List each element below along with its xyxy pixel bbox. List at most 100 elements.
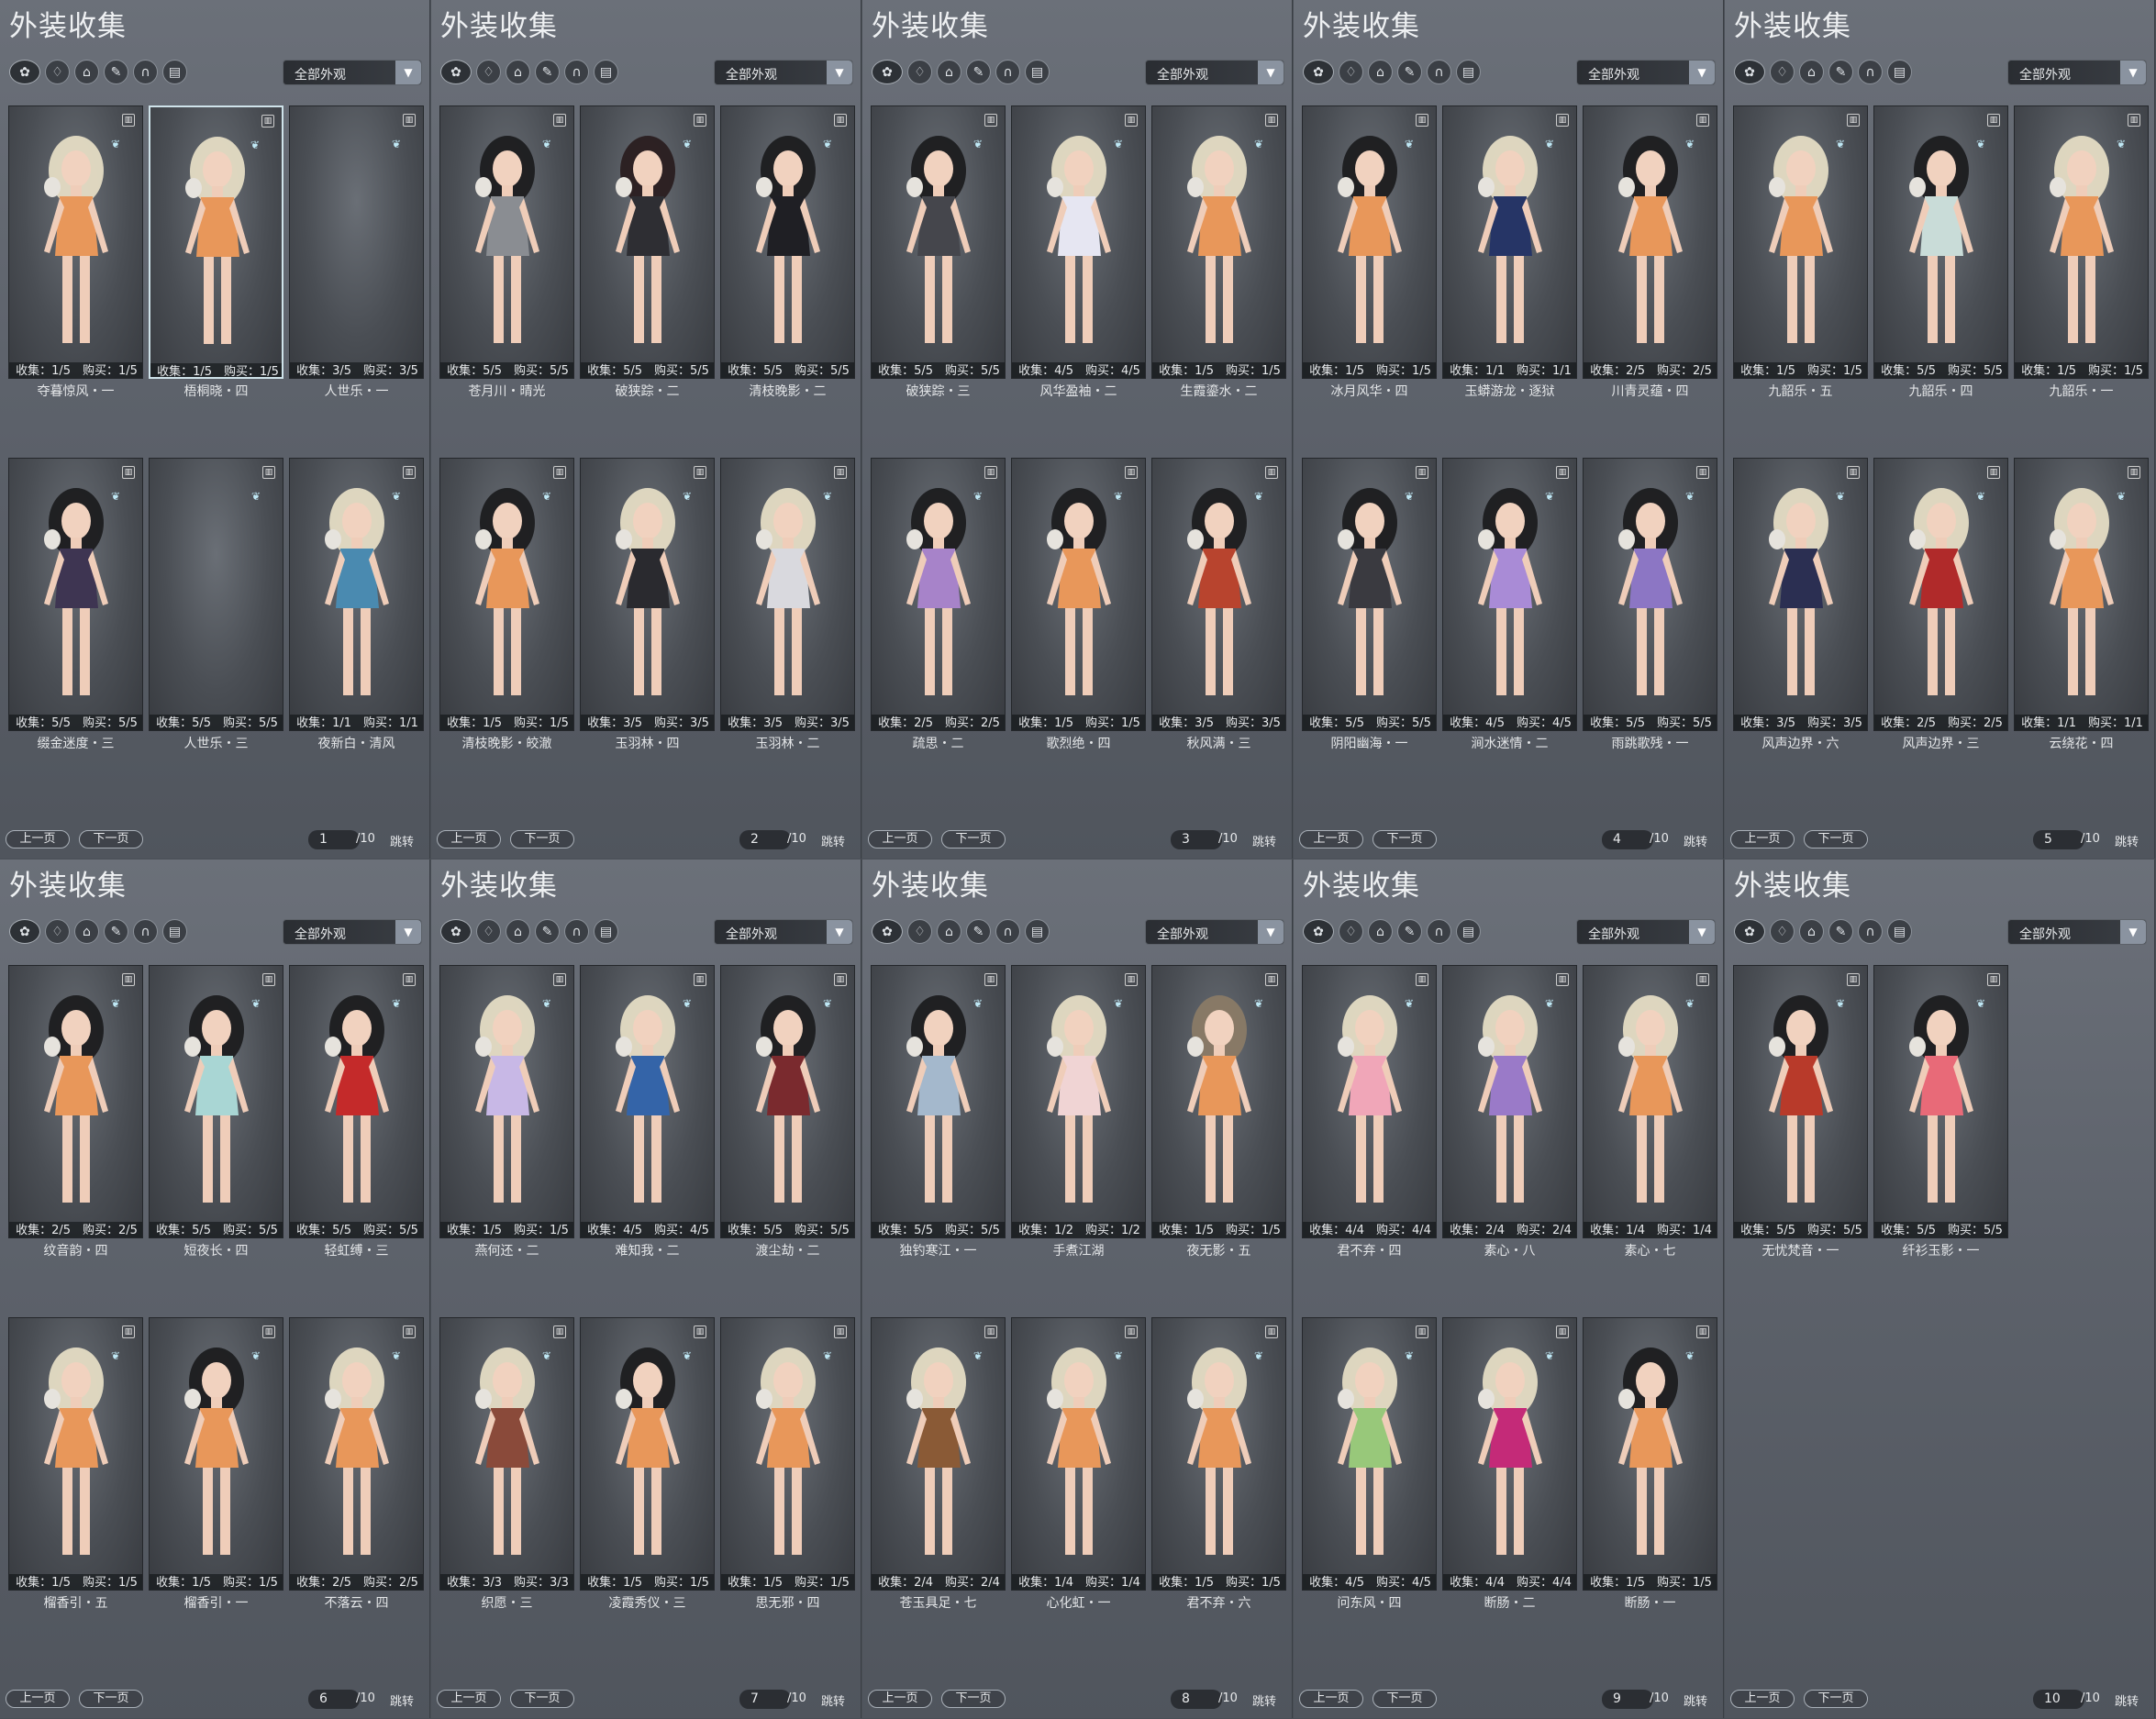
outfit-preview[interactable]: ❦ ▥ 收集：2/5 购买：2/5	[1583, 105, 1717, 379]
trash-icon[interactable]: ▥	[1416, 973, 1428, 986]
outfit-card[interactable]: ❦ ▥ 收集：1/5 购买：1/5 冰月风华・四	[1302, 105, 1437, 399]
trash-icon[interactable]: ▥	[553, 114, 566, 127]
jump-button[interactable]: 跳转	[2115, 1691, 2139, 1709]
filter-dropdown[interactable]: 全部外观 ▼	[1145, 919, 1284, 945]
outfit-card[interactable]: ❦ ▥ 收集：5/5 购买：5/5 雨跳歌残・一	[1583, 458, 1717, 751]
next-page-button[interactable]: 下一页	[1804, 830, 1868, 848]
all-outfits-icon[interactable]: ✿	[1303, 60, 1334, 84]
prev-page-button[interactable]: 上一页	[6, 1690, 70, 1708]
outfit-card[interactable]: ❦ ▥ 收集：5/5 购买：5/5 清枝晚影・二	[720, 105, 855, 399]
page-number-input[interactable]: 7	[739, 1690, 791, 1709]
outfit-card[interactable]: ❦ ▥ 收集：2/5 购买：2/5 不落云・四	[289, 1317, 424, 1611]
outfit-preview[interactable]: ❦ ▥ 收集：4/5 购买：4/5	[1011, 105, 1146, 379]
outfit-card[interactable]: ❦ ▥ 收集：1/5 购买：1/5 生霞鎏水・二	[1151, 105, 1286, 399]
page-number-input[interactable]: 1	[308, 830, 360, 849]
jump-button[interactable]: 跳转	[390, 832, 414, 849]
outfit-card[interactable]: ❦ ▥ 收集：2/5 购买：2/5 川青灵蕴・四	[1583, 105, 1717, 399]
prev-page-button[interactable]: 上一页	[1730, 1690, 1795, 1708]
outfit-preview[interactable]: ❦ ▥ 收集：5/5 购买：5/5	[439, 105, 574, 379]
outfit-card[interactable]: ❦ ▥ 收集：5/5 购买：5/5 轻虹缚・三	[289, 965, 424, 1259]
outfit-preview[interactable]: ❦ ▥ 收集：5/5 购买：5/5	[871, 965, 1006, 1238]
outfit-preview[interactable]: ❦ ▥ 收集：4/5 购买：4/5	[580, 965, 715, 1238]
outfit-card[interactable]: ❦ ▥ 收集：5/5 购买：5/5 纤衫玉影・一	[1873, 965, 2008, 1259]
pants-icon[interactable]: ⌂	[1799, 60, 1824, 84]
trash-icon[interactable]: ▥	[1987, 114, 2000, 127]
outfit-card[interactable]: ❦ ▥ 收集：2/4 购买：2/4 苍玉具足・七	[871, 1317, 1006, 1611]
outfit-card[interactable]: ❦ ▥ 收集：1/1 购买：1/1 玉蟒游龙・逐狱	[1442, 105, 1577, 399]
outfit-preview[interactable]: ❦ ▥ 收集：1/5 购买：1/5	[720, 1317, 855, 1591]
top-icon[interactable]: ♢	[476, 919, 501, 944]
pants-icon[interactable]: ⌂	[506, 60, 530, 84]
jump-button[interactable]: 跳转	[390, 1691, 414, 1709]
next-page-button[interactable]: 下一页	[79, 830, 143, 848]
outfit-card[interactable]: ❦ ▥ 收集：5/5 购买：5/5 缀金迷度・三	[8, 458, 143, 751]
filter-dropdown[interactable]: 全部外观 ▼	[1576, 919, 1716, 945]
outfit-preview[interactable]: ❦ ▥ 收集：1/5 购买：1/5	[1733, 105, 1868, 379]
outfit-preview[interactable]: ❦ ▥ 收集：5/5 购买：5/5	[8, 458, 143, 731]
outfit-card[interactable]: ❦ ▥ 收集：5/5 购买：5/5 阴阳幽海・一	[1302, 458, 1437, 751]
trash-icon[interactable]: ▥	[122, 973, 135, 986]
outfit-preview[interactable]: ❦ ▥ 收集：3/5 购买：3/5	[720, 458, 855, 731]
outfit-preview[interactable]: ❦ ▥ 收集：3/5 购买：3/5	[289, 105, 424, 379]
trash-icon[interactable]: ▥	[1125, 114, 1138, 127]
trash-icon[interactable]: ▥	[1416, 114, 1428, 127]
outfit-preview[interactable]: ❦ ▥ 收集：5/5 购买：5/5	[1873, 965, 2008, 1238]
chevron-down-icon[interactable]: ▼	[1258, 920, 1284, 944]
outfit-preview[interactable]: ❦ ▥ 收集：4/4 购买：4/4	[1302, 965, 1437, 1238]
outfit-preview[interactable]: ❦ ▥ 收集：5/5 购买：5/5	[1583, 458, 1717, 731]
filter-dropdown[interactable]: 全部外观 ▼	[2007, 60, 2147, 85]
trash-icon[interactable]: ▥	[1265, 114, 1278, 127]
scroll-icon[interactable]: ▤	[594, 919, 618, 944]
outfit-preview[interactable]: ❦ ▥ 收集：1/5 购买：1/5	[149, 1317, 283, 1591]
outfit-preview[interactable]: ❦ ▥ 收集：5/5 购买：5/5	[1873, 105, 2008, 379]
outfit-card[interactable]: ❦ ▥ 收集：1/1 购买：1/1 夜新白・清风	[289, 458, 424, 751]
next-page-button[interactable]: 下一页	[941, 830, 1006, 848]
pants-icon[interactable]: ⌂	[937, 919, 961, 944]
trash-icon[interactable]: ▥	[262, 973, 275, 986]
outfit-preview[interactable]: ❦ ▥ 收集：5/5 购买：5/5	[871, 105, 1006, 379]
trash-icon[interactable]: ▥	[262, 1325, 275, 1338]
trash-icon[interactable]: ▥	[2128, 466, 2140, 479]
filter-dropdown[interactable]: 全部外观 ▼	[1145, 60, 1284, 85]
trash-icon[interactable]: ▥	[694, 973, 706, 986]
scroll-icon[interactable]: ▤	[1887, 60, 1912, 84]
outfit-preview[interactable]: ❦ ▥ 收集：1/5 购买：1/5	[1302, 105, 1437, 379]
next-page-button[interactable]: 下一页	[79, 1690, 143, 1708]
scroll-icon[interactable]: ▤	[1025, 60, 1050, 84]
outfit-preview[interactable]: ❦ ▥ 收集：1/5 购买：1/5	[2014, 105, 2149, 379]
outfit-preview[interactable]: ❦ ▥ 收集：1/5 购买：1/5	[149, 105, 283, 379]
all-outfits-icon[interactable]: ✿	[440, 919, 472, 944]
all-outfits-icon[interactable]: ✿	[872, 919, 903, 944]
outfit-preview[interactable]: ❦ ▥ 收集：1/5 购买：1/5	[1011, 458, 1146, 731]
top-icon[interactable]: ♢	[1770, 60, 1795, 84]
scroll-icon[interactable]: ▤	[1887, 919, 1912, 944]
outfit-card[interactable]: ❦ ▥ 收集：1/5 购买：1/5 榴香引・一	[149, 1317, 283, 1611]
pants-icon[interactable]: ⌂	[74, 60, 99, 84]
feather-icon[interactable]: ✎	[104, 60, 128, 84]
outfit-preview[interactable]: ❦ ▥ 收集：4/4 购买：4/4	[1442, 1317, 1577, 1591]
trash-icon[interactable]: ▥	[1556, 466, 1569, 479]
outfit-card[interactable]: ❦ ▥ 收集：5/5 购买：5/5 渡尘劫・二	[720, 965, 855, 1259]
trash-icon[interactable]: ▥	[1125, 973, 1138, 986]
all-outfits-icon[interactable]: ✿	[1734, 60, 1765, 84]
outfit-preview[interactable]: ❦ ▥ 收集：1/4 购买：1/4	[1011, 1317, 1146, 1591]
chevron-down-icon[interactable]: ▼	[1689, 920, 1715, 944]
scroll-icon[interactable]: ▤	[594, 60, 618, 84]
outfit-card[interactable]: ❦ ▥ 收集：3/5 购买：3/5 玉羽林・四	[580, 458, 715, 751]
feather-icon[interactable]: ✎	[1828, 60, 1853, 84]
outfit-card[interactable]: ❦ ▥ 收集：4/5 购买：4/5 难知我・二	[580, 965, 715, 1259]
shoes-icon[interactable]: ∩	[133, 60, 158, 84]
scroll-icon[interactable]: ▤	[1025, 919, 1050, 944]
page-number-input[interactable]: 6	[308, 1690, 360, 1709]
top-icon[interactable]: ♢	[1770, 919, 1795, 944]
outfit-card[interactable]: ❦ ▥ 收集：1/5 购买：1/5 夜无影・五	[1151, 965, 1286, 1259]
trash-icon[interactable]: ▥	[694, 1325, 706, 1338]
outfit-preview[interactable]: ❦ ▥ 收集：5/5 购买：5/5	[720, 105, 855, 379]
top-icon[interactable]: ♢	[45, 919, 70, 944]
outfit-card[interactable]: ❦ ▥ 收集：1/2 购买：1/2 手煮江湖	[1011, 965, 1146, 1259]
chevron-down-icon[interactable]: ▼	[827, 61, 852, 84]
page-number-input[interactable]: 5	[2033, 830, 2084, 849]
chevron-down-icon[interactable]: ▼	[1258, 61, 1284, 84]
outfit-card[interactable]: ❦ ▥ 收集：1/4 购买：1/4 心化虹・一	[1011, 1317, 1146, 1611]
trash-icon[interactable]: ▥	[1556, 114, 1569, 127]
